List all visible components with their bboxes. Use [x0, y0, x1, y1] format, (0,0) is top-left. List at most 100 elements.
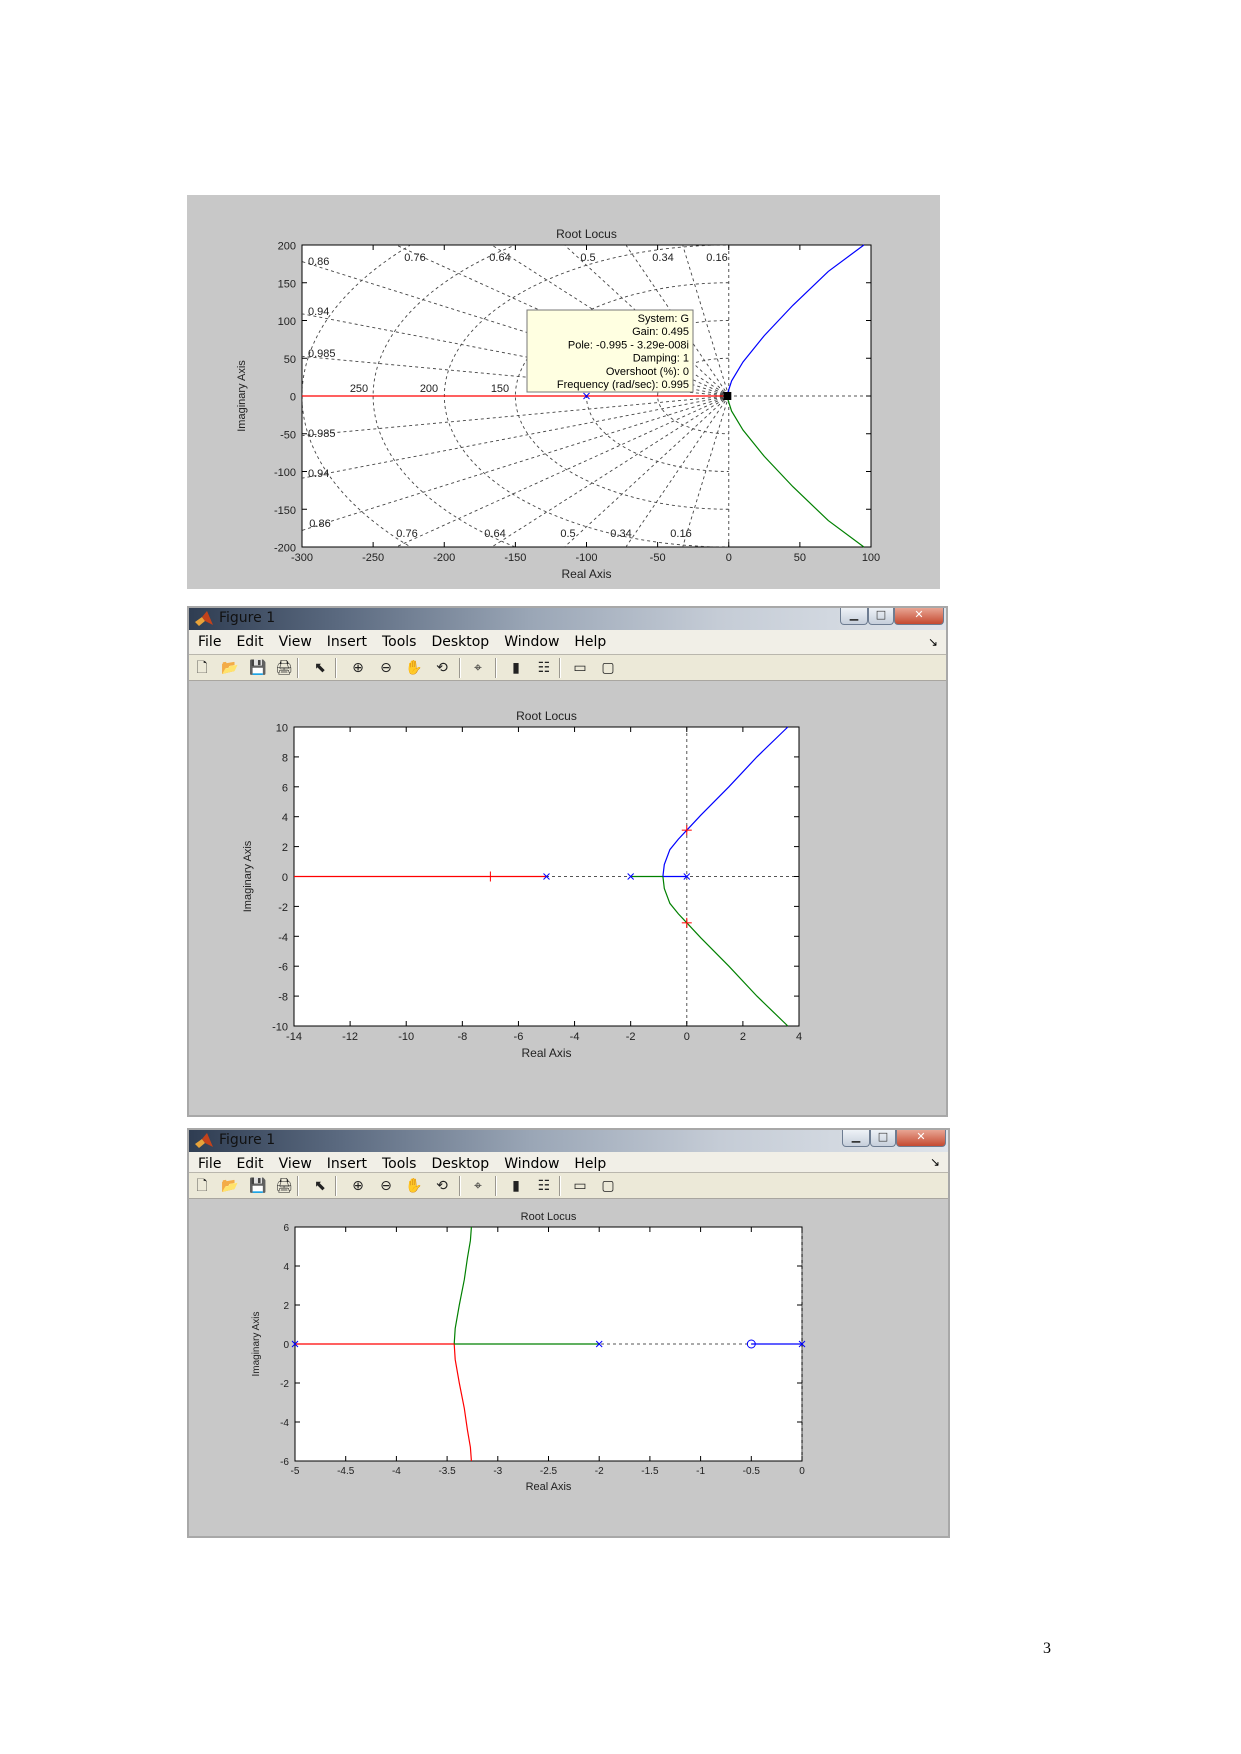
toolbar-separator — [335, 658, 337, 678]
open-file-icon[interactable]: 📂 — [221, 659, 239, 677]
datatip-line: Overshoot (%): 0 — [606, 366, 689, 378]
x-axis-label: Real Axis — [526, 1481, 572, 1493]
root-locus-plot-3[interactable]: -5 -4.5 -4 -3.5 -3 -2.5 -2 -1.5 -1 -0.5 0 6 4 2 0 -2 -4 -… — [189, 1199, 948, 1536]
x-tick-label: -150 — [504, 552, 526, 564]
menu-bar: File Edit View Insert Tools Desktop Window Help… — [189, 630, 946, 655]
figure-window-2: Figure 1 ▁ □ ✕ File Edit View Insert Tools De… — [187, 606, 948, 1117]
x-axis-label: Real Axis — [561, 567, 611, 581]
figure-toolbar: 🗋 📂 💾 🖨 ⬉ ⊕ ⊖ ✋ ⟲ ⌖ ▮ ☷ ▭ ▢ — [189, 1173, 948, 1199]
menu-edit[interactable]: Edit — [236, 630, 263, 654]
y-tick-label: -2 — [278, 902, 288, 914]
show-plot-tools-icon[interactable]: ▢ — [599, 659, 617, 677]
colorbar-icon[interactable]: ▮ — [507, 1177, 525, 1195]
y-tick-label: -6 — [278, 962, 288, 974]
x-tick-label: -6 — [514, 1031, 524, 1043]
figure-toolbar: 🗋 📂 💾 🖨 ⬉ ⊕ ⊖ ✋ ⟲ ⌖ ▮ ☷ ▭ ▢ — [189, 655, 946, 681]
maximize-button[interactable]: □ — [870, 1130, 896, 1147]
pan-hand-icon[interactable]: ✋ — [405, 1177, 423, 1195]
minimize-button[interactable]: ▁ — [842, 1130, 870, 1147]
x-tick-label: 4 — [796, 1031, 802, 1043]
data-cursor-icon[interactable]: ⌖ — [469, 1177, 487, 1195]
damping-label: 0.76 — [404, 252, 425, 264]
zoom-out-icon[interactable]: ⊖ — [377, 1177, 395, 1195]
toolbar-separator — [495, 658, 497, 678]
edit-plot-arrow-icon[interactable]: ⬉ — [311, 659, 329, 677]
print-icon[interactable]: 🖨 — [275, 659, 293, 677]
y-tick-label: 50 — [284, 354, 296, 366]
save-icon[interactable]: 💾 — [249, 659, 267, 677]
frequency-label: 200 — [420, 383, 438, 395]
legend-icon[interactable]: ☷ — [535, 659, 553, 677]
y-tick-label: -6 — [280, 1457, 289, 1468]
menu-insert[interactable]: Insert — [327, 630, 367, 654]
save-icon[interactable]: 💾 — [249, 1177, 267, 1195]
matlab-logo-icon — [195, 1133, 213, 1148]
menu-file[interactable]: File — [198, 630, 221, 654]
zoom-in-icon[interactable]: ⊕ — [349, 1177, 367, 1195]
y-tick-label: -10 — [272, 1022, 288, 1034]
toolbar-separator — [335, 1176, 337, 1196]
zoom-in-icon[interactable]: ⊕ — [349, 659, 367, 677]
y-tick-label: 10 — [276, 723, 288, 735]
datatip-line: Gain: 0.495 — [632, 326, 689, 338]
damping-label: 0.64 — [484, 528, 505, 540]
x-tick-label: -5 — [291, 1466, 300, 1477]
toolbar-separator — [459, 658, 461, 678]
y-tick-label: 0 — [282, 872, 288, 884]
close-button[interactable]: ✕ — [896, 1130, 946, 1147]
legend-icon[interactable]: ☷ — [535, 1177, 553, 1195]
damping-label: 0.86 — [309, 518, 330, 530]
new-figure-icon[interactable]: 🗋 — [193, 1177, 211, 1195]
y-tick-label: -100 — [274, 467, 296, 479]
hide-plot-tools-icon[interactable]: ▭ — [571, 659, 589, 677]
x-tick-label: -10 — [398, 1031, 414, 1043]
x-tick-label: -2 — [595, 1466, 604, 1477]
title-bar[interactable]: Figure 1 ▁ □ ✕ — [189, 1130, 948, 1152]
y-tick-label: 0 — [283, 1340, 289, 1351]
plot-area: -14 -12 -10 -8 -6 -4 -2 0 2 4 10 8 6 4 2 0 -2 -4 -6 -8 -10 Ro… — [189, 681, 946, 1115]
menu-tools[interactable]: Tools — [382, 630, 417, 654]
open-file-icon[interactable]: 📂 — [221, 1177, 239, 1195]
menu-view[interactable]: View — [279, 630, 312, 654]
x-tick-label: -0.5 — [743, 1466, 761, 1477]
minimize-button[interactable]: ▁ — [840, 608, 868, 625]
maximize-button[interactable]: □ — [868, 608, 894, 625]
edit-plot-arrow-icon[interactable]: ⬉ — [311, 1177, 329, 1195]
toolbar-separator — [559, 1176, 561, 1196]
x-tick-label: -250 — [362, 552, 384, 564]
y-tick-label: 6 — [282, 782, 288, 794]
data-cursor-icon[interactable]: ⌖ — [469, 659, 487, 677]
y-tick-label: 8 — [282, 752, 288, 764]
print-icon[interactable]: 🖨 — [275, 1177, 293, 1195]
menu-desktop[interactable]: Desktop — [431, 630, 489, 654]
plot-area: -5 -4.5 -4 -3.5 -3 -2.5 -2 -1.5 -1 -0.5 0 6 4 2 0 -2 -4 -… — [189, 1199, 948, 1536]
x-tick-label: -4 — [392, 1466, 401, 1477]
dock-arrow-icon[interactable]: ↘ — [930, 1152, 940, 1172]
x-tick-label: -2 — [626, 1031, 636, 1043]
x-tick-label: 50 — [794, 552, 806, 564]
damping-label: 0.16 — [706, 252, 727, 264]
root-locus-plot-2[interactable]: -14 -12 -10 -8 -6 -4 -2 0 2 4 10 8 6 4 2 0 -2 -4 -6 -8 -10 Ro… — [189, 681, 946, 1115]
damping-label: 0.64 — [489, 252, 510, 264]
y-tick-label: 0 — [290, 392, 296, 404]
menu-help[interactable]: Help — [574, 630, 606, 654]
colorbar-icon[interactable]: ▮ — [507, 659, 525, 677]
hide-plot-tools-icon[interactable]: ▭ — [571, 1177, 589, 1195]
damping-label: 0.34 — [652, 252, 673, 264]
datatip-line: Pole: -0.995 - 3.29e-008i — [568, 339, 689, 351]
show-plot-tools-icon[interactable]: ▢ — [599, 1177, 617, 1195]
dock-arrow-icon[interactable]: ↘ — [928, 630, 938, 654]
pan-hand-icon[interactable]: ✋ — [405, 659, 423, 677]
y-axis-label: Imaginary Axis — [251, 1311, 262, 1376]
menu-window[interactable]: Window — [504, 630, 559, 654]
root-locus-plot-1[interactable]: -300 -250 -200 -150 -100 -50 0 50 10020015010050… — [187, 195, 940, 589]
rotate-3d-icon[interactable]: ⟲ — [433, 659, 451, 677]
window-title: Figure 1 — [219, 1132, 276, 1148]
rotate-3d-icon[interactable]: ⟲ — [433, 1177, 451, 1195]
y-tick-label: 6 — [283, 1223, 289, 1234]
new-figure-icon[interactable]: 🗋 — [193, 659, 211, 677]
chart-title: Root Locus — [556, 227, 617, 241]
close-button[interactable]: ✕ — [894, 608, 944, 625]
title-bar[interactable]: Figure 1 ▁ □ ✕ — [189, 608, 946, 630]
zoom-out-icon[interactable]: ⊖ — [377, 659, 395, 677]
